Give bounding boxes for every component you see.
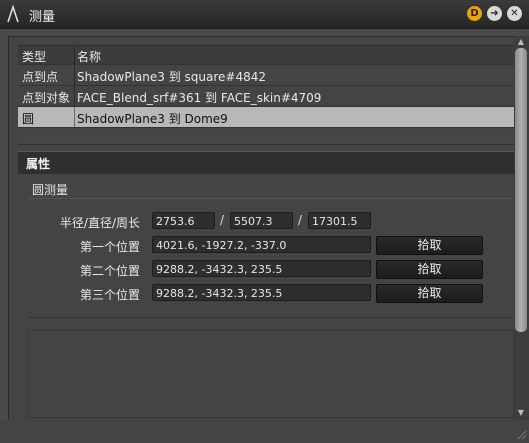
column-header-name[interactable]: 名称 xyxy=(77,48,101,65)
bottom-strip xyxy=(0,420,529,443)
second-position-label: 第二个位置 xyxy=(79,264,140,278)
first-position-field[interactable]: 4021.6, -1927.2, -337.0 xyxy=(152,236,371,253)
pick-first-position-button[interactable]: 拾取 xyxy=(376,236,483,255)
scroll-up-icon[interactable]: ▲ xyxy=(515,37,527,47)
separator-slash: / xyxy=(220,213,225,227)
diameter-field[interactable]: 5507.3 xyxy=(230,212,293,229)
measurement-table: 类型 名称 点到点 ShadowPlane3 到 square#4842 点到对… xyxy=(18,45,514,128)
forward-arrow-icon[interactable]: ➜ xyxy=(487,6,502,21)
row-type: 点到对象 xyxy=(22,91,71,105)
row-name: ShadowPlane3 到 square#4842 xyxy=(77,70,267,84)
circle-measure-title: 圆测量 xyxy=(32,183,69,197)
circumference-field[interactable]: 17301.5 xyxy=(308,212,371,229)
column-header-type[interactable]: 类型 xyxy=(22,48,46,65)
properties-header[interactable]: 属性 xyxy=(18,151,514,174)
third-position-field[interactable]: 9288.2, -3432.3, 235.5 xyxy=(152,284,371,301)
row-type: 圆 xyxy=(22,112,35,126)
second-position-field[interactable]: 9288.2, -3432.3, 235.5 xyxy=(152,260,371,277)
close-icon[interactable]: ✕ xyxy=(507,6,522,21)
separator-slash: / xyxy=(298,213,303,227)
app-logo-icon xyxy=(7,5,19,23)
table-row[interactable]: 点到点 ShadowPlane3 到 square#4842 xyxy=(18,65,514,86)
title-bar: 测量 D ➜ ✕ xyxy=(0,0,529,29)
d-button[interactable]: D xyxy=(467,6,482,21)
scroll-down-icon[interactable]: ▼ xyxy=(515,408,527,418)
row-type: 点到点 xyxy=(22,70,59,84)
resize-grip-icon[interactable] xyxy=(517,430,527,440)
first-position-label: 第一个位置 xyxy=(79,240,140,254)
table-empty-area xyxy=(18,130,514,145)
radius-field[interactable]: 2753.6 xyxy=(152,212,215,229)
window-title: 测量 xyxy=(29,10,56,25)
lower-panel-area xyxy=(28,330,514,418)
table-row[interactable]: 点到对象 FACE_Blend_srf#361 到 FACE_skin#4709 xyxy=(18,86,514,107)
radius-diameter-circumference-label: 半径/直径/周长 xyxy=(59,216,140,230)
row-name: FACE_Blend_srf#361 到 FACE_skin#4709 xyxy=(77,91,322,105)
third-position-label: 第三个位置 xyxy=(79,288,140,302)
table-row-selected[interactable]: 圆 ShadowPlane3 到 Dome9 xyxy=(18,107,514,128)
scrollbar-thumb[interactable] xyxy=(515,48,527,332)
row-name: ShadowPlane3 到 Dome9 xyxy=(77,112,228,126)
pick-third-position-button[interactable]: 拾取 xyxy=(376,284,483,303)
properties-header-label: 属性 xyxy=(26,157,51,171)
pick-second-position-button[interactable]: 拾取 xyxy=(376,260,483,279)
table-header-row: 类型 名称 xyxy=(18,46,514,65)
